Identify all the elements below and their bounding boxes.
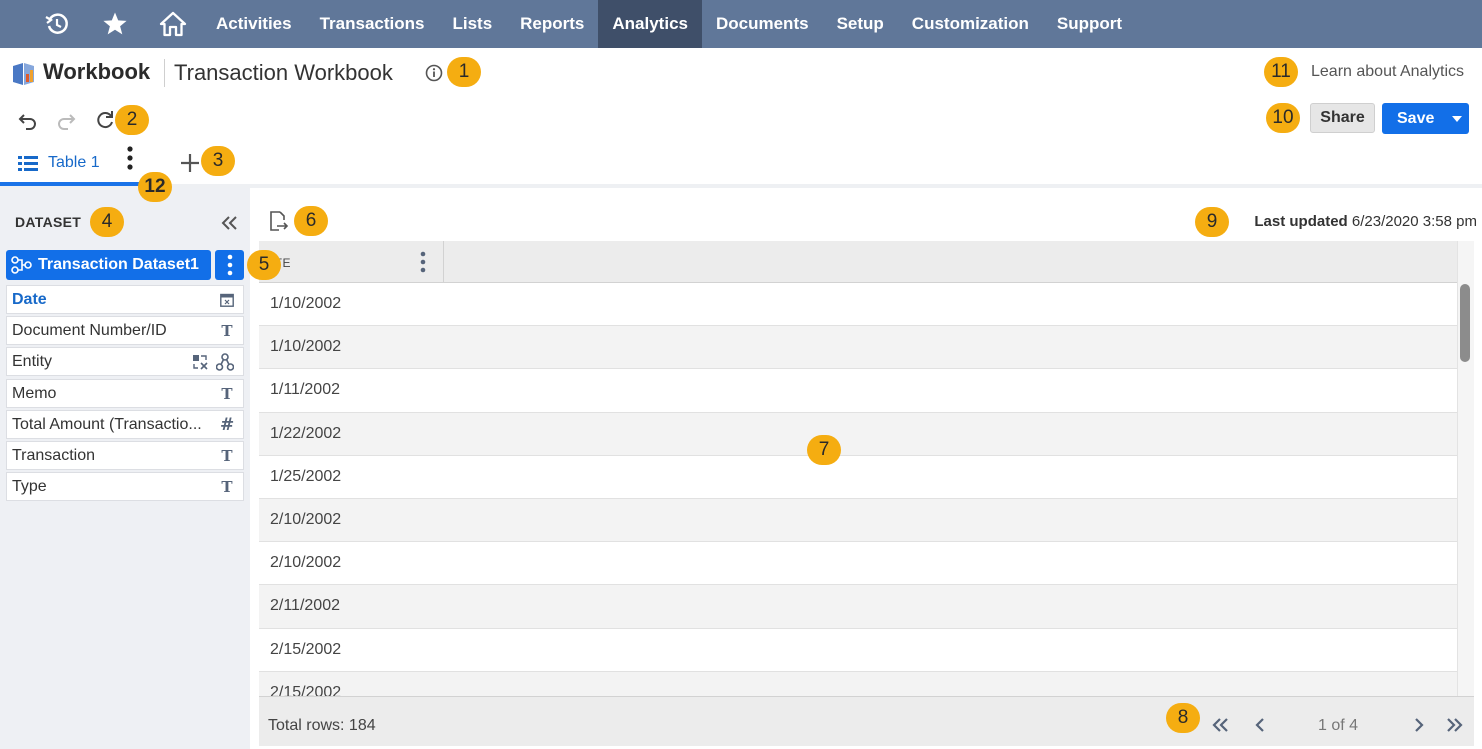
field-transaction[interactable]: Transaction T: [6, 441, 244, 470]
collapse-panel-icon[interactable]: [220, 215, 238, 231]
nav-setup[interactable]: Setup: [823, 0, 898, 48]
refresh-icon[interactable]: [95, 110, 115, 130]
text-type-icon: T: [221, 446, 233, 465]
callout-badge-10: 10: [1266, 103, 1300, 133]
dataset-sidebar: DATASET Transaction Dataset1 Date Docume…: [0, 188, 250, 749]
page-header: Workbook Transaction Workbook Learn abou…: [0, 48, 1482, 98]
field-entity[interactable]: Entity: [6, 347, 244, 376]
table-row[interactable]: 2/15/2002: [259, 629, 1457, 672]
dataset-menu-button[interactable]: [215, 250, 244, 280]
nav-support[interactable]: Support: [1043, 0, 1136, 48]
last-updated-value: 6/23/2020 3:58 pm: [1351, 213, 1477, 230]
redo-icon[interactable]: [56, 110, 76, 130]
data-grid: ATE 1/10/2002 1/10/2002 1/11/2002 1/22/2…: [259, 241, 1474, 746]
nav-reports[interactable]: Reports: [506, 0, 598, 48]
page-title: Workbook: [43, 59, 151, 84]
callout-badge-2: 2: [115, 105, 149, 135]
table-row[interactable]: 1/10/2002: [259, 283, 1457, 327]
save-button[interactable]: Save: [1382, 103, 1469, 134]
table-icon: [18, 156, 38, 171]
table-row[interactable]: 1/11/2002: [259, 369, 1457, 413]
first-page-icon[interactable]: [1210, 715, 1230, 735]
nav-lists[interactable]: Lists: [438, 0, 506, 48]
dataset-chip[interactable]: Transaction Dataset1: [6, 250, 211, 280]
top-nav: Activities Transactions Lists Reports An…: [0, 0, 1482, 48]
callout-badge-5: 5: [247, 250, 281, 280]
nav-transactions[interactable]: Transactions: [306, 0, 439, 48]
field-memo[interactable]: Memo T: [6, 379, 244, 408]
chevron-down-icon[interactable]: [1444, 115, 1469, 122]
callout-badge-1: 1: [447, 57, 481, 87]
recent-icon[interactable]: [28, 0, 86, 48]
table-row[interactable]: 2/15/2002: [259, 671, 1457, 696]
text-type-icon: T: [221, 477, 233, 496]
home-icon[interactable]: [144, 0, 202, 48]
table-row[interactable]: 2/10/2002: [259, 542, 1457, 586]
workbook-logo-icon: [13, 63, 34, 85]
text-type-icon: T: [221, 321, 233, 340]
last-updated: Last updated 6/23/2020 3:58 pm: [1254, 213, 1477, 230]
previous-page-icon[interactable]: [1250, 715, 1270, 735]
info-icon[interactable]: [425, 64, 443, 82]
column-header-date[interactable]: ATE: [259, 241, 444, 283]
undo-icon[interactable]: [18, 110, 38, 130]
star-icon[interactable]: [86, 0, 144, 48]
callout-badge-6: 6: [294, 206, 328, 236]
scrollbar-thumb[interactable]: [1460, 284, 1470, 362]
export-icon[interactable]: [268, 210, 290, 232]
title-divider: [164, 59, 165, 87]
tab-kebab-menu-icon[interactable]: [125, 145, 135, 171]
table-row[interactable]: 1/10/2002: [259, 326, 1457, 370]
table-row[interactable]: 1/22/2002: [259, 412, 1457, 456]
grid-body[interactable]: 1/10/2002 1/10/2002 1/11/2002 1/22/2002 …: [259, 283, 1457, 696]
table-row[interactable]: 2/10/2002: [259, 498, 1457, 543]
callout-badge-4: 4: [90, 207, 124, 237]
number-type-icon: #: [220, 414, 235, 435]
total-rows: Total rows: 184: [268, 717, 376, 734]
calendar-icon: [220, 293, 234, 307]
callout-badge-12: 12: [138, 172, 172, 202]
column-menu-icon[interactable]: [419, 250, 427, 274]
last-page-icon[interactable]: [1445, 715, 1465, 735]
nav-documents[interactable]: Documents: [702, 0, 823, 48]
nav-customization[interactable]: Customization: [898, 0, 1043, 48]
callout-badge-7: 7: [807, 435, 841, 465]
hierarchy-icon: [216, 352, 234, 371]
next-page-icon[interactable]: [1409, 715, 1429, 735]
nav-analytics[interactable]: Analytics: [598, 0, 702, 48]
table-row[interactable]: 1/25/2002: [259, 456, 1457, 499]
dataset-heading: DATASET: [15, 214, 82, 230]
page-info: 1 of 4: [1318, 717, 1359, 734]
field-date[interactable]: Date: [6, 285, 244, 314]
dataset-name: Transaction Dataset1: [38, 256, 199, 273]
last-updated-label: Last updated: [1254, 213, 1348, 230]
tab-label: Table 1: [48, 154, 100, 171]
callout-badge-3: 3: [201, 146, 235, 176]
mixed-type-icon: [193, 354, 208, 370]
table-row[interactable]: 2/11/2002: [259, 585, 1457, 629]
callout-badge-11: 11: [1264, 57, 1298, 87]
grid-header: ATE: [259, 241, 1457, 283]
add-tab-plus-icon[interactable]: [179, 152, 201, 174]
active-tab-indicator: [0, 182, 148, 186]
nav-activities[interactable]: Activities: [202, 0, 306, 48]
share-button[interactable]: Share: [1310, 103, 1375, 133]
callout-badge-9: 9: [1195, 207, 1229, 237]
grid-footer: Total rows: 184 1 of 4: [259, 696, 1474, 746]
learn-about-analytics-link[interactable]: Learn about Analytics: [1311, 63, 1464, 81]
callout-badge-8: 8: [1166, 703, 1200, 733]
field-type[interactable]: Type T: [6, 472, 244, 501]
save-button-label: Save: [1397, 109, 1435, 127]
text-type-icon: T: [221, 384, 233, 403]
dataset-join-icon: [11, 256, 32, 274]
field-total-amount[interactable]: Total Amount (Transactio... #: [6, 410, 244, 439]
kebab-menu-icon: [227, 254, 232, 276]
workbook-name: Transaction Workbook: [174, 60, 393, 85]
field-document-number[interactable]: Document Number/ID T: [6, 316, 244, 345]
